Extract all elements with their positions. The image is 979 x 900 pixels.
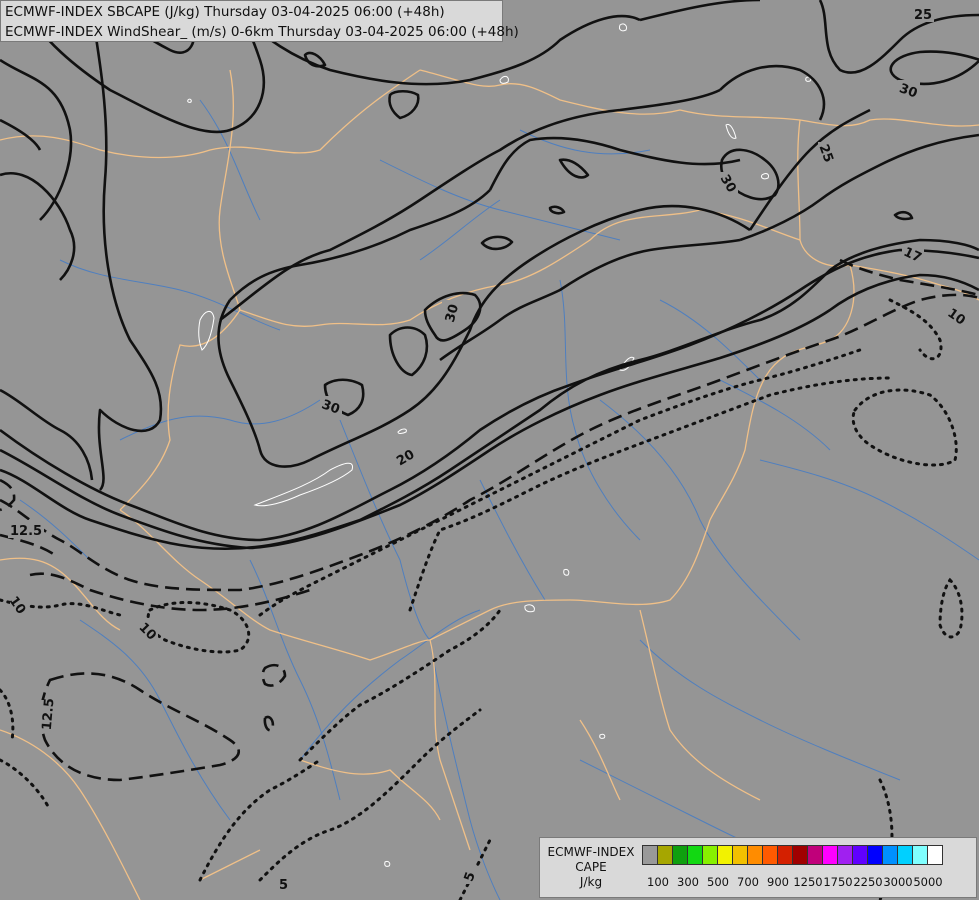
legend-swatch — [642, 845, 658, 865]
contour-labels: 25 30 25 30 17 10 30 30 20 12.5 10 10 12… — [6, 8, 968, 893]
legend-swatch — [927, 845, 943, 865]
legend-swatch — [777, 845, 793, 865]
legend-swatch — [717, 845, 733, 865]
legend-swatch — [702, 845, 718, 865]
legend-swatch — [672, 845, 688, 865]
legend-swatch — [882, 845, 898, 865]
contour-label-12-5-left: 12.5 — [10, 524, 42, 539]
contour-label-25-top-right: 25 — [914, 8, 932, 23]
legend-tick-label: 1250 — [793, 875, 823, 889]
contour-label-5-bottom: 5 — [279, 878, 288, 893]
title-line-cape: ECMWF-INDEX SBCAPE (J/kg) Thursday 03-04… — [5, 4, 445, 20]
legend-unit: J/kg — [579, 875, 603, 889]
legend-swatch — [867, 845, 883, 865]
legend-ticks: 100 300 500 700 900 1250 1750 2250 3000 5000 — [642, 875, 972, 891]
legend-label: ECMWF-INDEX CAPE J/kg — [543, 845, 639, 890]
legend-swatch — [837, 845, 853, 865]
legend-tick-label: 300 — [677, 875, 699, 889]
cape-legend: ECMWF-INDEX CAPE J/kg 100 300 500 700 900 125… — [539, 837, 977, 898]
legend-swatch — [657, 845, 673, 865]
legend-tick-label: 100 — [647, 875, 669, 889]
legend-swatch — [687, 845, 703, 865]
legend-swatch — [807, 845, 823, 865]
legend-tick-label: 500 — [707, 875, 729, 889]
legend-source: ECMWF-INDEX — [547, 845, 635, 859]
legend-swatch — [792, 845, 808, 865]
dashed-contours — [0, 258, 979, 782]
legend-tick-label: 5000 — [913, 875, 943, 889]
legend-tick-label: 900 — [767, 875, 789, 889]
map-title-box: ECMWF-INDEX SBCAPE (J/kg) Thursday 03-04… — [0, 0, 519, 42]
legend-swatch — [822, 845, 838, 865]
dotted-contours — [0, 298, 964, 900]
legend-swatches — [642, 845, 943, 865]
legend-swatch — [912, 845, 928, 865]
legend-swatch — [897, 845, 913, 865]
title-line-windshear: ECMWF-INDEX WindShear_ (m/s) 0-6km Thurs… — [5, 24, 519, 40]
legend-variable: CAPE — [575, 860, 607, 874]
legend-swatch — [852, 845, 868, 865]
legend-tick-label: 1750 — [823, 875, 853, 889]
legend-swatch — [762, 845, 778, 865]
legend-tick-label: 2250 — [853, 875, 883, 889]
country-borders — [0, 69, 979, 900]
solid-contours — [0, 0, 979, 551]
legend-tick-label: 700 — [737, 875, 759, 889]
legend-swatch — [747, 845, 763, 865]
legend-swatch — [732, 845, 748, 865]
contour-label-12-5-lower-left: 12.5 — [40, 698, 58, 731]
legend-tick-label: 3000 — [883, 875, 913, 889]
map-canvas: 25 30 25 30 17 10 30 30 20 12.5 10 10 12… — [0, 0, 979, 900]
weather-map: 25 30 25 30 17 10 30 30 20 12.5 10 10 12… — [0, 0, 979, 900]
rivers — [19, 99, 979, 900]
